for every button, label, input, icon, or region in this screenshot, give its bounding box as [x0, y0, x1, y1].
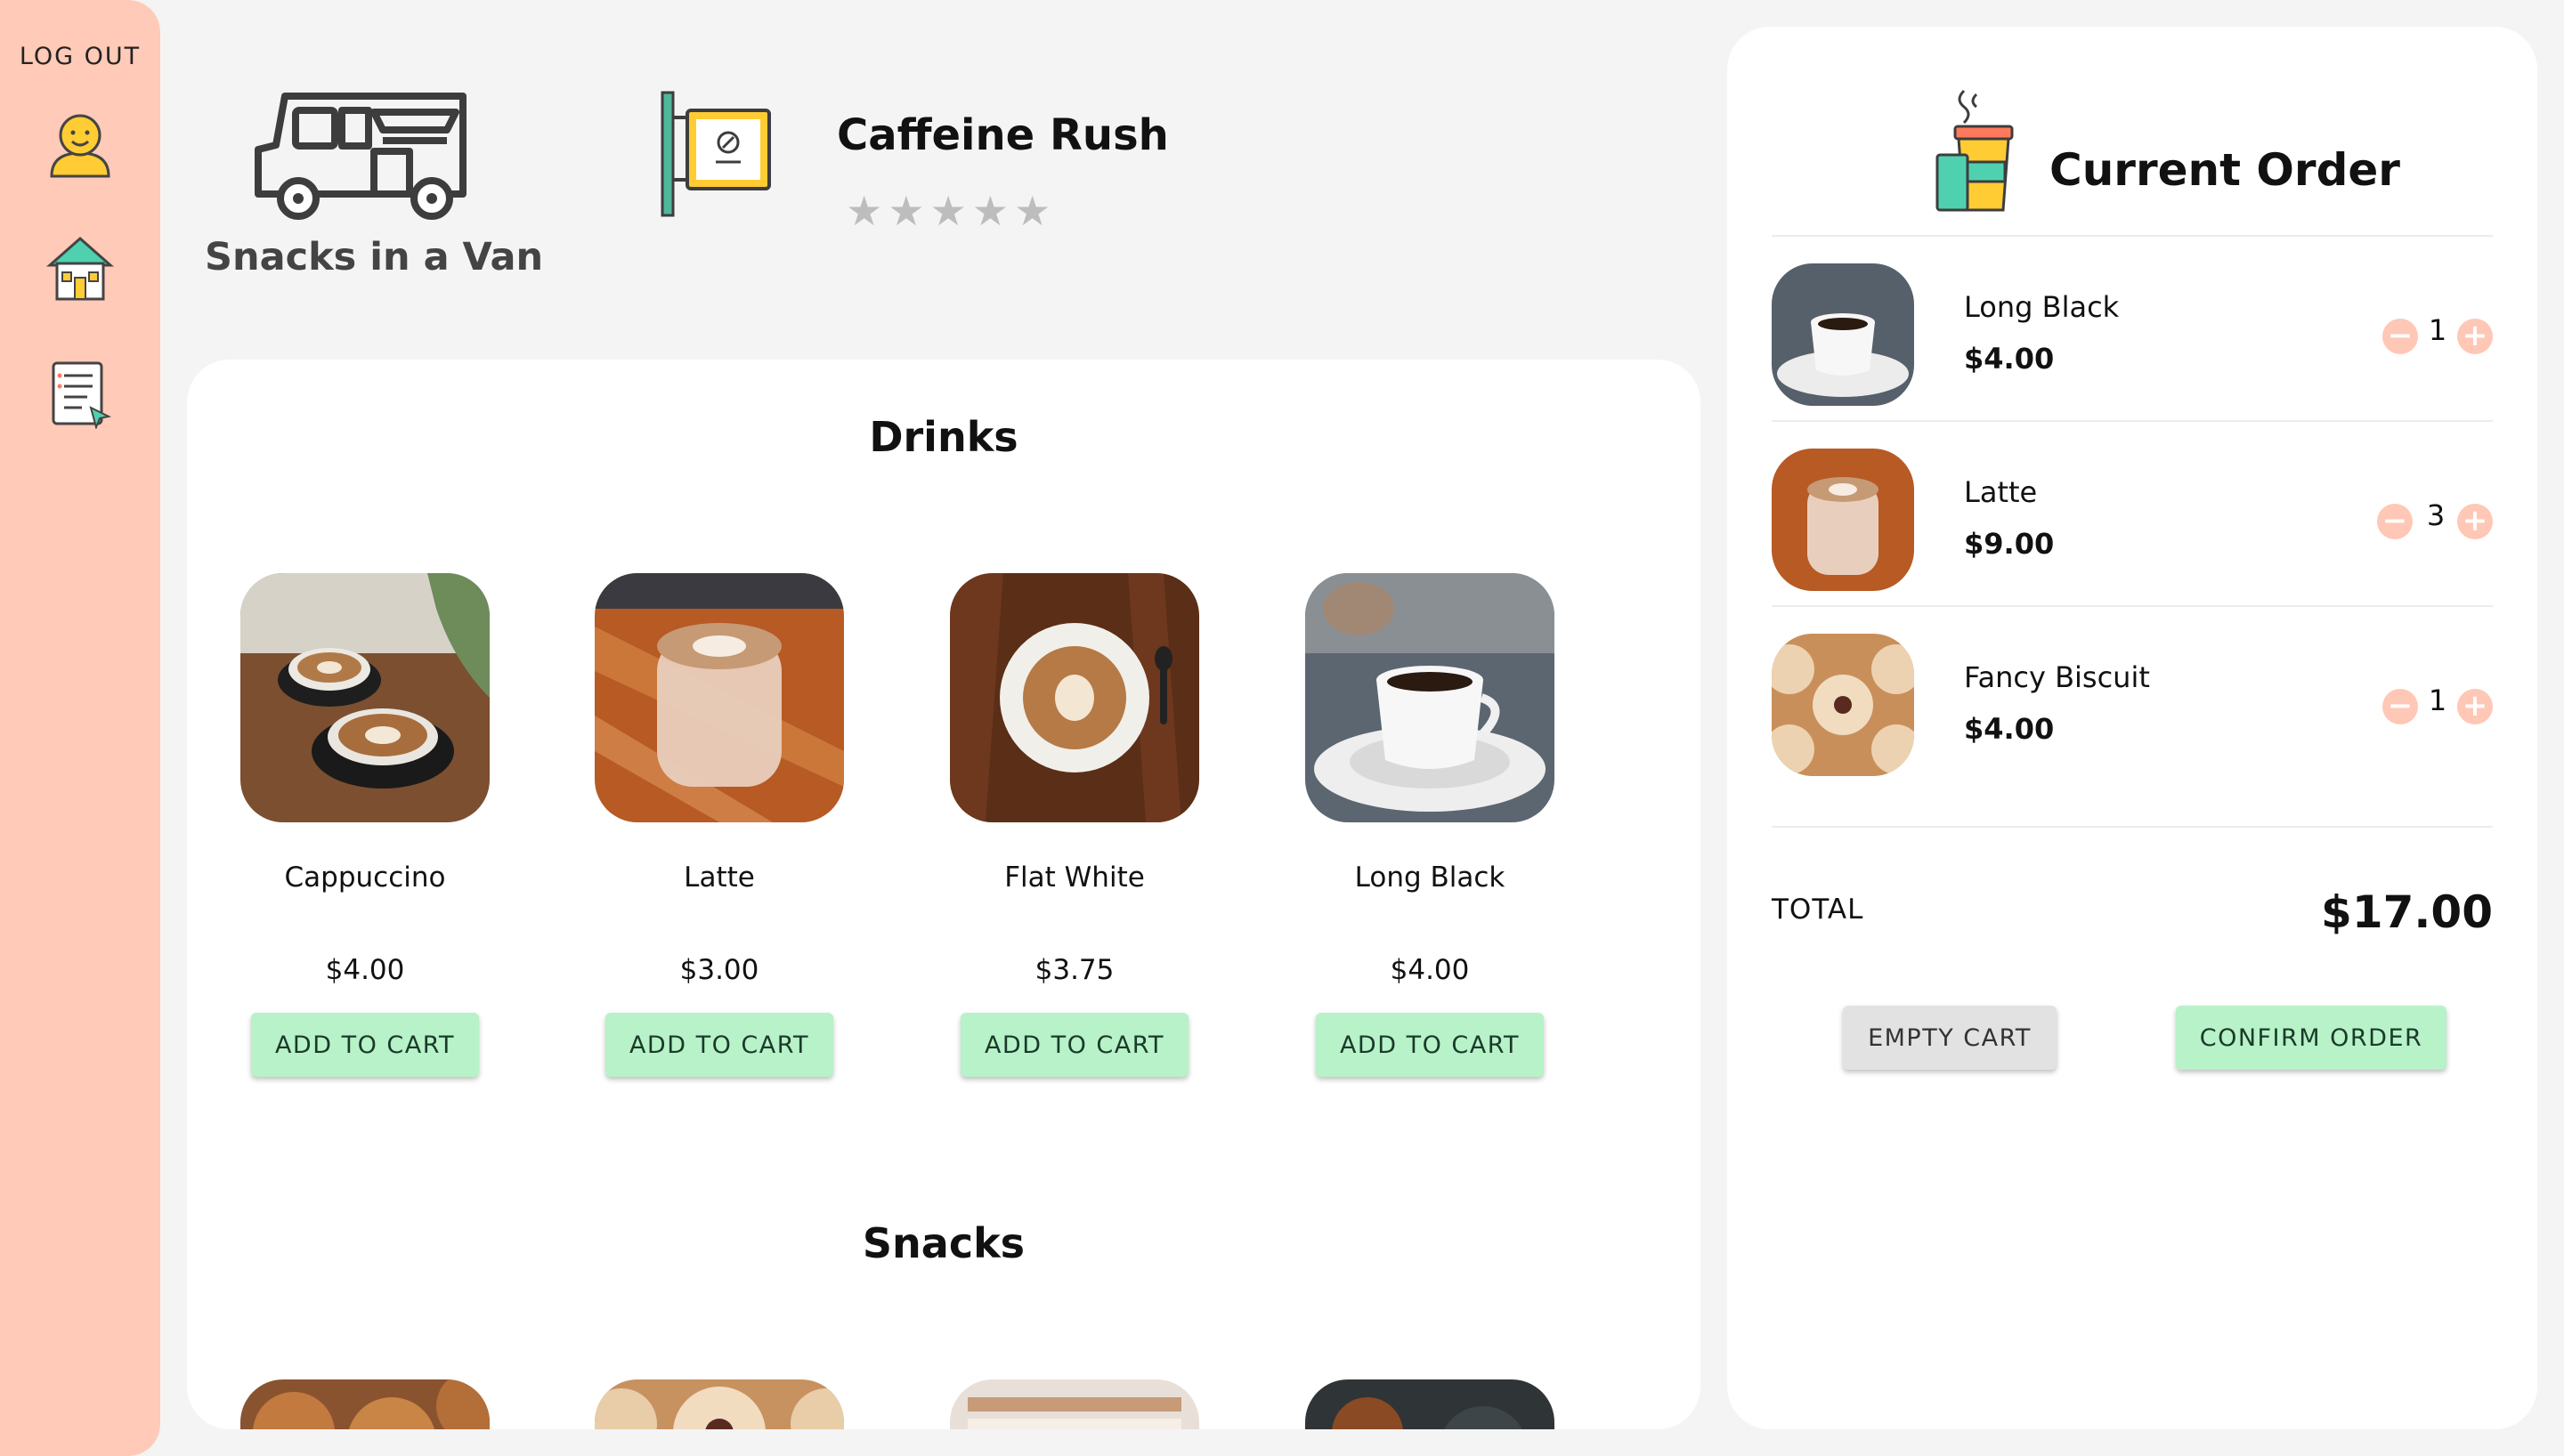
add-to-cart-button[interactable]: ADD TO CART	[251, 1013, 479, 1077]
long-black-thumbnail	[1772, 263, 1914, 406]
snacks-title: Snacks	[862, 1219, 1026, 1267]
star-icon[interactable]: ★	[846, 190, 882, 231]
order-item: Latte $9.00 − 3 +	[1772, 449, 2493, 591]
product-name: Latte	[684, 861, 755, 894]
latte-thumbnail	[1772, 449, 1914, 591]
cappuccino-image	[240, 573, 490, 822]
product-card: Long Black $4.00 ADD TO CART	[1296, 573, 1563, 1077]
cake-image	[950, 1379, 1199, 1429]
sidebar: LOG OUT	[0, 0, 160, 1456]
increase-quantity-button[interactable]: +	[2457, 504, 2493, 539]
product-price: $4.00	[1390, 954, 1470, 986]
divider	[1772, 420, 2493, 422]
product-price: $3.00	[679, 954, 759, 986]
long-black-image	[1305, 573, 1554, 822]
profile-icon[interactable]	[45, 109, 116, 180]
takeaway-coffee-icon	[1935, 89, 2014, 212]
brand-name: Snacks in a Van	[205, 235, 544, 279]
order-item-name: Long Black	[1964, 290, 2120, 324]
add-to-cart-button[interactable]: ADD TO CART	[605, 1013, 833, 1077]
item-quantity: 3	[2426, 498, 2446, 532]
order-item: Fancy Biscuit $4.00 − 1 +	[1772, 634, 2493, 776]
star-icon[interactable]: ★	[888, 190, 924, 231]
product-card: Cappuccino $4.00 ADD TO CART	[231, 573, 499, 1077]
add-to-cart-button[interactable]: ADD TO CART	[1316, 1013, 1544, 1077]
product-card: Latte $3.00 ADD TO CART	[586, 573, 853, 1077]
product-price: $3.75	[1035, 954, 1115, 986]
total-value: $17.00	[2321, 886, 2493, 938]
van-logo	[255, 93, 467, 220]
logout-button[interactable]: LOG OUT	[0, 43, 160, 70]
fancy-biscuit-thumbnail	[1772, 634, 1914, 776]
increase-quantity-button[interactable]: +	[2457, 319, 2493, 354]
biscuits-image	[595, 1379, 844, 1429]
product-name: Flat White	[1004, 861, 1145, 894]
order-item-price: $4.00	[1964, 712, 2055, 746]
pastry-image	[1305, 1379, 1554, 1429]
decrease-quantity-button[interactable]: −	[2382, 689, 2418, 724]
empty-cart-button[interactable]: EMPTY CART	[1843, 1006, 2057, 1070]
order-title: Current Order	[2049, 144, 2400, 196]
star-icon[interactable]: ★	[972, 190, 1009, 231]
order-item-price: $4.00	[1964, 342, 2055, 376]
divider	[1772, 235, 2493, 237]
item-quantity: 1	[2428, 684, 2447, 717]
total-label: TOTAL	[1772, 894, 1864, 926]
product-price: $4.00	[325, 954, 405, 986]
divider	[1772, 605, 2493, 607]
add-to-cart-button[interactable]: ADD TO CART	[961, 1013, 1189, 1077]
cookies-image	[240, 1379, 490, 1429]
order-item-name: Fancy Biscuit	[1964, 660, 2150, 694]
drinks-title: Drinks	[869, 413, 1018, 461]
latte-image	[595, 573, 844, 822]
decrease-quantity-button[interactable]: −	[2382, 319, 2418, 354]
item-quantity: 1	[2428, 313, 2447, 347]
decrease-quantity-button[interactable]: −	[2377, 504, 2413, 539]
star-icon[interactable]: ★	[930, 190, 967, 231]
product-name: Long Black	[1354, 861, 1505, 894]
menu-panel: Drinks Cappuccino $4.00 ADD TO CART Latt…	[187, 360, 1700, 1429]
order-item-name: Latte	[1964, 475, 2038, 509]
divider	[1772, 826, 2493, 828]
flat-white-image	[950, 573, 1199, 822]
order-panel: Current Order Long Black $4.00 − 1 + Lat…	[1727, 27, 2537, 1429]
increase-quantity-button[interactable]: +	[2457, 689, 2493, 724]
shop-sign-icon	[661, 91, 771, 217]
order-item: Long Black $4.00 − 1 +	[1772, 263, 2493, 406]
star-icon[interactable]: ★	[1014, 190, 1051, 231]
rating-stars[interactable]: ★ ★ ★ ★ ★	[846, 190, 1051, 231]
van-name: Caffeine Rush	[837, 110, 1169, 160]
product-name: Cappuccino	[284, 861, 446, 894]
product-card: Flat White $3.75 ADD TO CART	[941, 573, 1208, 1077]
order-item-price: $9.00	[1964, 527, 2055, 561]
confirm-order-button[interactable]: CONFIRM ORDER	[2176, 1006, 2446, 1070]
home-icon[interactable]	[45, 233, 116, 304]
orders-icon[interactable]	[45, 358, 116, 429]
